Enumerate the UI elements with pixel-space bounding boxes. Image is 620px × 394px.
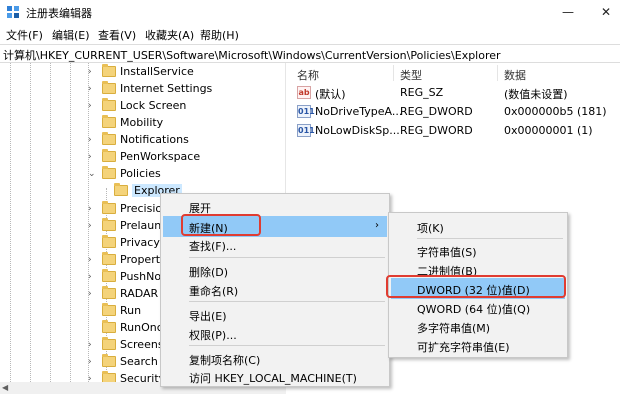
folder-icon: [102, 115, 116, 128]
chevron-right-icon[interactable]: ›: [88, 288, 98, 300]
annotation-highlight-new: [181, 214, 261, 236]
chevron-right-icon[interactable]: ›: [88, 356, 98, 368]
folder-icon: [102, 218, 116, 231]
submenu-item-qword-value[interactable]: QWORD (64 位)值(Q): [391, 297, 565, 318]
menu-item-permissions[interactable]: 权限(P)...: [163, 323, 387, 344]
column-header-name[interactable]: 名称: [297, 67, 319, 83]
regedit-icon: [7, 6, 19, 18]
address-path[interactable]: 计算机\HKEY_CURRENT_USER\Software\Microsoft…: [3, 47, 501, 63]
submenu-item-multi-string-value[interactable]: 多字符串值(M): [391, 316, 565, 337]
chevron-right-icon[interactable]: ›: [88, 254, 98, 266]
folder-icon: [102, 269, 116, 282]
folder-icon: [102, 132, 116, 145]
folder-icon: [102, 98, 116, 111]
menu-separator: [189, 257, 385, 258]
chevron-right-icon[interactable]: ›: [88, 220, 98, 232]
submenu-item-key[interactable]: 项(K): [391, 216, 565, 237]
menu-separator: [189, 345, 385, 346]
menu-item-goto-hklm[interactable]: 访问 HKEY_LOCAL_MACHINE(T): [163, 366, 387, 387]
minimize-button[interactable]: —: [558, 2, 578, 22]
menu-item-rename[interactable]: 重命名(R): [163, 279, 387, 300]
folder-icon: [102, 149, 116, 162]
folder-icon: [102, 252, 116, 265]
menu-item-delete[interactable]: 删除(D): [163, 260, 387, 281]
menu-separator: [417, 238, 563, 239]
folder-icon: [102, 320, 116, 333]
folder-icon: [102, 201, 116, 214]
title-bar: 注册表编辑器 — ✕: [0, 0, 620, 24]
folder-icon: [102, 337, 116, 350]
submenu-item-expandable-string-value[interactable]: 可扩充字符串值(E): [391, 335, 565, 356]
menu-favorites[interactable]: 收藏夹(A): [145, 27, 194, 43]
folder-icon: [102, 354, 116, 367]
menu-item-find[interactable]: 查找(F)...: [163, 234, 387, 255]
menu-separator: [189, 301, 385, 302]
menu-file[interactable]: 文件(F): [6, 27, 43, 43]
menu-bar: 文件(F) 编辑(E) 查看(V) 收藏夹(A) 帮助(H): [0, 24, 620, 44]
value-row[interactable]: ab (默认) REG_SZ (数值未设置): [287, 84, 620, 102]
folder-icon: [102, 81, 116, 94]
dword-value-icon: 011: [297, 105, 315, 118]
menu-help[interactable]: 帮助(H): [200, 27, 239, 43]
submenu-item-string-value[interactable]: 字符串值(S): [391, 240, 565, 261]
chevron-right-icon[interactable]: ›: [88, 339, 98, 351]
chevron-right-icon[interactable]: ›: [88, 83, 98, 95]
chevron-right-icon[interactable]: ›: [88, 203, 98, 215]
column-header-data[interactable]: 数据: [504, 67, 526, 83]
menu-item-export[interactable]: 导出(E): [163, 304, 387, 325]
scroll-left-icon[interactable]: ◀: [2, 382, 8, 394]
close-button[interactable]: ✕: [596, 2, 616, 22]
value-row[interactable]: 011 NoLowDiskSp... REG_DWORD 0x00000001 …: [287, 122, 620, 140]
annotation-highlight-dword: [386, 275, 566, 298]
folder-icon: [102, 235, 116, 248]
chevron-right-icon: ›: [375, 220, 379, 231]
chevron-right-icon[interactable]: ›: [88, 271, 98, 283]
string-value-icon: ab: [297, 86, 311, 99]
menu-view[interactable]: 查看(V): [98, 27, 136, 43]
value-row[interactable]: 011 NoDriveTypeA... REG_DWORD 0x000000b5…: [287, 103, 620, 121]
folder-icon: [102, 64, 116, 77]
menu-edit[interactable]: 编辑(E): [52, 27, 90, 43]
dword-value-icon: 011: [297, 124, 315, 137]
window-title: 注册表编辑器: [26, 7, 92, 20]
chevron-down-icon[interactable]: ⌄: [88, 168, 98, 180]
folder-icon: [102, 166, 116, 179]
column-header-type[interactable]: 类型: [400, 67, 422, 83]
folder-icon: [114, 183, 128, 196]
chevron-right-icon[interactable]: ›: [88, 66, 98, 78]
address-bar[interactable]: 计算机\HKEY_CURRENT_USER\Software\Microsoft…: [0, 44, 620, 63]
chevron-right-icon[interactable]: ›: [88, 100, 98, 112]
chevron-right-icon[interactable]: ›: [88, 151, 98, 163]
folder-icon: [102, 303, 116, 316]
folder-icon: [102, 286, 116, 299]
chevron-right-icon[interactable]: ›: [88, 134, 98, 146]
